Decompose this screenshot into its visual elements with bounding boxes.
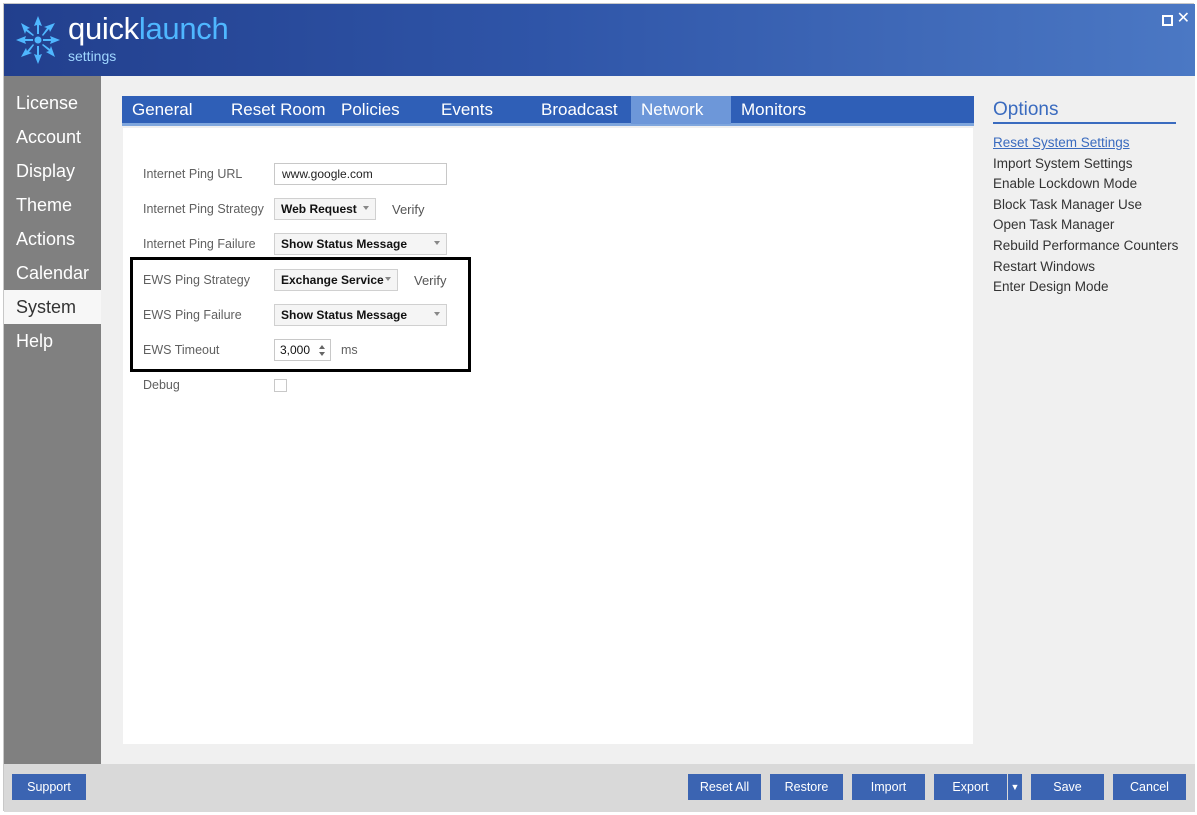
tab-broadcast[interactable]: Broadcast bbox=[531, 96, 631, 124]
quicklaunch-logo-icon bbox=[16, 16, 60, 64]
option-rebuild-performance-counters[interactable]: Rebuild Performance Counters bbox=[993, 236, 1183, 257]
save-button[interactable]: Save bbox=[1031, 774, 1104, 800]
sidebar-item-display[interactable]: Display bbox=[4, 154, 101, 188]
option-block-task-manager-use[interactable]: Block Task Manager Use bbox=[993, 195, 1183, 216]
app-logo-text: quicklaunch bbox=[68, 11, 229, 46]
cancel-button[interactable]: Cancel bbox=[1113, 774, 1186, 800]
internet-ping-strategy-row: Internet Ping Strategy Web Request Verif… bbox=[143, 197, 425, 221]
tab-bar: General Reset Room Policies Events Broad… bbox=[122, 96, 974, 126]
internet-ping-strategy-label: Internet Ping Strategy bbox=[143, 202, 264, 216]
option-enable-lockdown-mode[interactable]: Enable Lockdown Mode bbox=[993, 174, 1183, 195]
app-header: quicklaunch settings ✕ bbox=[4, 4, 1195, 76]
internet-ping-strategy-dropdown[interactable]: Web Request bbox=[274, 198, 376, 220]
network-settings-panel: Internet Ping URL www.google.com Interne… bbox=[123, 128, 973, 744]
options-title: Options bbox=[993, 96, 1176, 124]
ews-settings-highlight bbox=[130, 257, 471, 372]
option-restart-windows[interactable]: Restart Windows bbox=[993, 257, 1183, 278]
sidebar-item-account[interactable]: Account bbox=[4, 120, 101, 154]
settings-window: quicklaunch settings ✕ License Account D… bbox=[3, 3, 1195, 812]
import-button[interactable]: Import bbox=[852, 774, 925, 800]
sidebar-item-actions[interactable]: Actions bbox=[4, 222, 101, 256]
option-import-system-settings[interactable]: Import System Settings bbox=[993, 154, 1183, 175]
internet-ping-failure-dropdown[interactable]: Show Status Message bbox=[274, 233, 447, 255]
export-button[interactable]: Export bbox=[934, 774, 1007, 800]
internet-ping-url-label: Internet Ping URL bbox=[143, 167, 243, 181]
option-reset-system-settings[interactable]: Reset System Settings bbox=[993, 133, 1183, 154]
sidebar-item-license[interactable]: License bbox=[4, 86, 101, 120]
internet-ping-failure-label: Internet Ping Failure bbox=[143, 237, 256, 251]
logo-word-launch: launch bbox=[138, 11, 229, 46]
debug-checkbox[interactable] bbox=[274, 378, 287, 392]
tab-policies[interactable]: Policies bbox=[331, 96, 431, 124]
logo-subtitle: settings bbox=[68, 48, 117, 64]
tab-general[interactable]: General bbox=[122, 96, 221, 124]
debug-row: Debug bbox=[143, 373, 287, 397]
logo-word-quick: quick bbox=[68, 11, 139, 46]
sidebar-item-system[interactable]: System bbox=[4, 290, 101, 324]
sidebar-item-calendar[interactable]: Calendar bbox=[4, 256, 101, 290]
export-dropdown-icon[interactable]: ▼ bbox=[1008, 774, 1022, 800]
sidebar-item-help[interactable]: Help bbox=[4, 324, 101, 358]
option-enter-design-mode[interactable]: Enter Design Mode bbox=[993, 277, 1183, 298]
sidebar-nav: License Account Display Theme Actions Ca… bbox=[4, 76, 101, 764]
internet-ping-verify-button[interactable]: Verify bbox=[392, 202, 425, 217]
tab-network[interactable]: Network bbox=[631, 96, 731, 124]
reset-all-button[interactable]: Reset All bbox=[688, 774, 761, 800]
tab-monitors[interactable]: Monitors bbox=[731, 96, 831, 124]
internet-ping-strategy-value: Web Request bbox=[281, 202, 357, 216]
internet-ping-failure-row: Internet Ping Failure Show Status Messag… bbox=[143, 232, 447, 256]
restore-button[interactable]: Restore bbox=[770, 774, 843, 800]
footer-bar: Support Reset All Restore Import Export … bbox=[4, 764, 1195, 812]
options-panel: Options Reset System Settings Import Sys… bbox=[993, 96, 1183, 298]
close-icon[interactable]: ✕ bbox=[1177, 11, 1190, 27]
maximize-icon[interactable] bbox=[1162, 15, 1173, 26]
chevron-down-icon bbox=[363, 206, 369, 210]
option-open-task-manager[interactable]: Open Task Manager bbox=[993, 215, 1183, 236]
support-button[interactable]: Support bbox=[12, 774, 86, 800]
tab-events[interactable]: Events bbox=[431, 96, 531, 124]
internet-ping-url-row: Internet Ping URL www.google.com bbox=[143, 162, 447, 186]
sidebar-item-theme[interactable]: Theme bbox=[4, 188, 101, 222]
options-list: Reset System Settings Import System Sett… bbox=[993, 133, 1183, 298]
main-content: General Reset Room Policies Events Broad… bbox=[101, 76, 1195, 764]
debug-label: Debug bbox=[143, 378, 180, 392]
tab-reset-room[interactable]: Reset Room bbox=[221, 96, 331, 124]
internet-ping-url-input[interactable]: www.google.com bbox=[274, 163, 447, 185]
internet-ping-failure-value: Show Status Message bbox=[281, 237, 408, 251]
chevron-down-icon bbox=[434, 241, 440, 245]
